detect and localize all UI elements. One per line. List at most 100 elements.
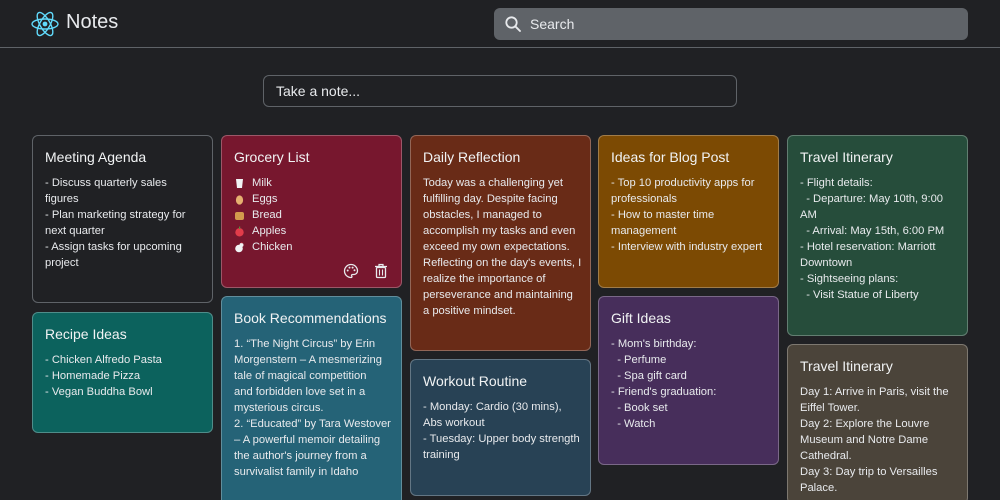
- note-line: exceed my own expectations.: [423, 241, 570, 253]
- note-title: Ideas for Blog Post: [611, 149, 730, 165]
- note-line: - Interview with industry expert: [611, 241, 763, 253]
- grocery-item-label: Chicken: [252, 241, 293, 253]
- search-icon[interactable]: [504, 15, 522, 33]
- note-line: - Sightseeing plans:: [800, 273, 899, 285]
- note-card-workout-routine[interactable]: Workout Routine - Monday: Cardio (30 min…: [410, 359, 591, 496]
- note-content: Day 1: Arrive in Paris, visit the Eiffel…: [800, 384, 955, 496]
- note-line: - Departure: May 10th, 9:00: [800, 193, 944, 205]
- note-content: - Top 10 productivity apps for professio…: [611, 175, 766, 255]
- note-card-travel-itinerary[interactable]: Travel Itinerary - Flight details: - Dep…: [787, 135, 968, 336]
- list-item: Chicken: [234, 239, 389, 255]
- note-line: Cathedral.: [800, 450, 852, 462]
- note-content: - Discuss quarterly sales figures - Plan…: [45, 175, 200, 271]
- note-title: Gift Ideas: [611, 310, 671, 326]
- note-content: - Flight details: - Departure: May 10th,…: [800, 175, 955, 303]
- note-line: 2. “Educated” by Tara Westover: [234, 418, 391, 430]
- note-title: Book Recommendations: [234, 310, 387, 326]
- note-line: - Perfume: [611, 354, 667, 366]
- list-item: Bread: [234, 207, 389, 223]
- note-card-daily-reflection[interactable]: Daily Reflection Today was a challenging…: [410, 135, 591, 351]
- note-line: mysterious circus.: [234, 402, 324, 414]
- note-card-ideas-for-blog-post[interactable]: Ideas for Blog Post - Top 10 productivit…: [598, 135, 779, 288]
- note-line: AM: [800, 209, 817, 221]
- note-line: project: [45, 257, 79, 269]
- note-line: - Plan marketing strategy for: [45, 209, 186, 221]
- react-logo-icon: [30, 9, 60, 39]
- note-line: Palace.: [800, 482, 838, 494]
- note-card-travel-itinerary-2[interactable]: Travel Itinerary Day 1: Arrive in Paris,…: [787, 344, 968, 500]
- search-bar[interactable]: [494, 8, 968, 40]
- note-line: - Friend's graduation:: [611, 386, 717, 398]
- note-line: - Tuesday: Upper body strength: [423, 433, 580, 445]
- palette-icon[interactable]: [343, 263, 359, 279]
- note-line: survivalist family in Idaho: [234, 466, 359, 478]
- apple-icon: [234, 226, 245, 237]
- note-card-grocery-list[interactable]: Grocery List Milk Eggs Bread Apples Chic…: [221, 135, 402, 288]
- note-line: - Mom's birthday:: [611, 338, 697, 350]
- grocery-item-label: Eggs: [252, 193, 278, 205]
- note-line: Abs workout: [423, 417, 485, 429]
- note-card-meeting-agenda[interactable]: Meeting Agenda - Discuss quarterly sales…: [32, 135, 213, 303]
- note-line: Day 2: Explore the Louvre: [800, 418, 930, 430]
- note-line: - Visit Statue of Liberty: [800, 289, 919, 301]
- egg-icon: [234, 194, 245, 205]
- note-line: fulfilling day. Despite facing: [423, 193, 558, 205]
- note-line: next quarter: [45, 225, 105, 237]
- note-title: Workout Routine: [423, 373, 528, 389]
- note-line: Today was a challenging yet: [423, 177, 563, 189]
- note-line: - Homemade Pizza: [45, 370, 141, 382]
- note-line: accomplish my tasks and even: [423, 225, 576, 237]
- note-line: - Arrival: May 15th, 6:00 PM: [800, 225, 945, 237]
- note-line: Museum and Notre Dame: [800, 434, 929, 446]
- note-title: Grocery List: [234, 149, 310, 165]
- note-line: - Assign tasks for upcoming: [45, 241, 182, 253]
- trash-icon[interactable]: [373, 263, 389, 279]
- note-line: - How to master time: [611, 209, 715, 221]
- note-line: 1. “The Night Circus” by Erin: [234, 338, 376, 350]
- note-line: - Hotel reservation: Marriott: [800, 241, 936, 253]
- grocery-item-label: Apples: [252, 225, 287, 237]
- note-line: - Discuss quarterly sales: [45, 177, 167, 189]
- search-input[interactable]: [530, 8, 950, 40]
- note-line: professionals: [611, 193, 677, 205]
- note-line: Eiffel Tower.: [800, 402, 860, 414]
- note-content: Today was a challenging yet fulfilling d…: [423, 175, 582, 319]
- note-line: – A powerful memoir detailing: [234, 434, 381, 446]
- top-bar: Notes: [0, 0, 1000, 48]
- note-line: - Vegan Buddha Bowl: [45, 386, 153, 398]
- note-line: - Top 10 productivity apps for: [611, 177, 755, 189]
- list-item: Apples: [234, 223, 389, 239]
- note-card-book-recommendations[interactable]: Book Recommendations 1. “The Night Circu…: [221, 296, 402, 500]
- note-line: Reflecting on the day's events, I: [423, 257, 582, 269]
- chicken-icon: [234, 241, 245, 253]
- note-line: management: [611, 225, 677, 237]
- note-line: Morgenstern – A mesmerizing: [234, 354, 382, 366]
- take-note-input[interactable]: [264, 76, 736, 106]
- note-content: 1. “The Night Circus” by Erin Morgenster…: [234, 336, 391, 480]
- note-card-gift-ideas[interactable]: Gift Ideas - Mom's birthday: - Perfume -…: [598, 296, 779, 465]
- note-line: Day 3: Day trip to Versailles: [800, 466, 938, 478]
- note-line: - Monday: Cardio (30 mins),: [423, 401, 562, 413]
- note-content: - Monday: Cardio (30 mins), Abs workout …: [423, 399, 580, 463]
- note-line: obstacles, I managed to: [423, 209, 542, 221]
- grocery-item-label: Milk: [252, 177, 272, 189]
- grocery-item-label: Bread: [252, 209, 282, 221]
- note-line: Downtown: [800, 257, 853, 269]
- note-line: - Flight details:: [800, 177, 873, 189]
- note-line: a positive mindset.: [423, 305, 516, 317]
- milk-glass-icon: [234, 178, 245, 189]
- note-title: Daily Reflection: [423, 149, 521, 165]
- note-title: Travel Itinerary: [800, 149, 893, 165]
- note-line: - Watch: [611, 418, 656, 430]
- note-title: Recipe Ideas: [45, 326, 127, 342]
- note-card-recipe-ideas[interactable]: Recipe Ideas - Chicken Alfredo Pasta - H…: [32, 312, 213, 433]
- note-content: Milk Eggs Bread Apples Chicken: [234, 175, 389, 255]
- note-content: - Chicken Alfredo Pasta - Homemade Pizza…: [45, 352, 200, 400]
- note-line: realize the importance of: [423, 273, 546, 285]
- app-title: Notes: [66, 11, 119, 33]
- note-title: Travel Itinerary: [800, 358, 893, 374]
- take-note-box[interactable]: [263, 75, 737, 107]
- note-line: figures: [45, 193, 79, 205]
- note-line: perseverance and maintaining: [423, 289, 573, 301]
- note-line: Day 1: Arrive in Paris, visit the: [800, 386, 949, 398]
